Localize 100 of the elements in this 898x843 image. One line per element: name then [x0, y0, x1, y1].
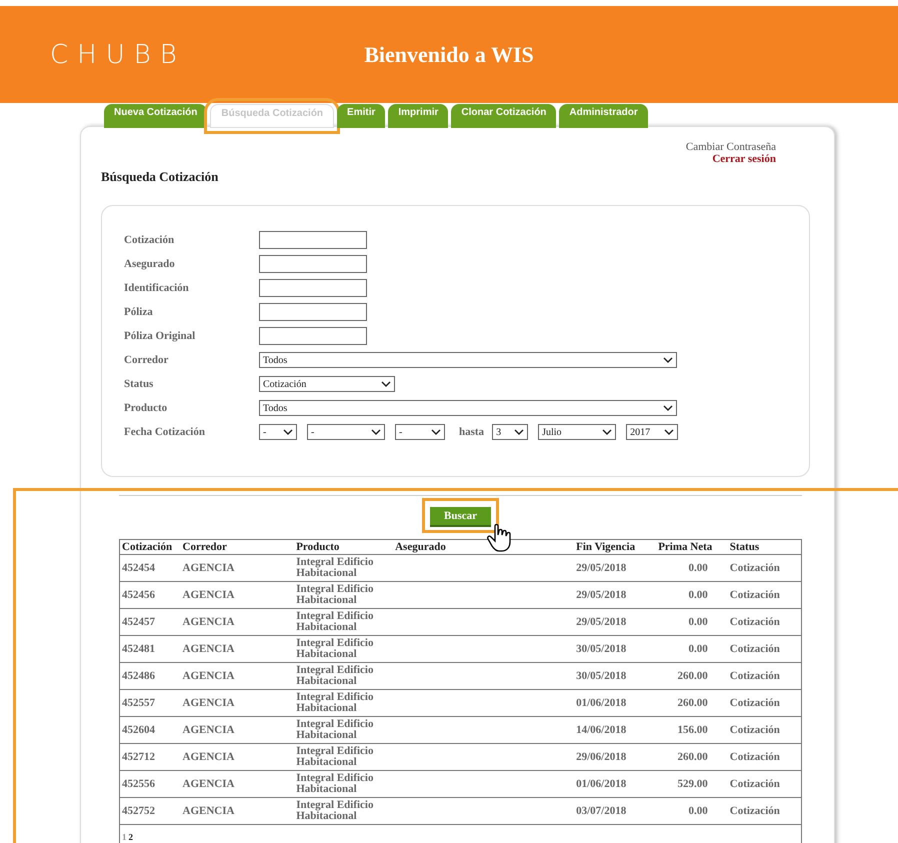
table-cell: 452457 — [120, 608, 181, 636]
table-cell: 260.00 — [656, 690, 728, 716]
table-cell: 452454 — [120, 554, 181, 582]
caret-icon — [514, 428, 524, 436]
dropdown[interactable]: Julio — [538, 424, 616, 440]
table-cell: AGENCIA — [180, 608, 294, 636]
caret-icon — [663, 356, 673, 364]
field-label: Póliza Original — [124, 330, 196, 342]
column-header: Fin Vigencia — [574, 540, 656, 554]
table-cell: Integral Edificio Habitacional — [294, 582, 394, 608]
dropdown[interactable]: - — [307, 424, 385, 440]
field-label: Cotización — [124, 234, 176, 246]
table-cell: Integral Edificio Habitacional — [294, 690, 394, 716]
table-cell: Integral Edificio Habitacional — [294, 636, 394, 662]
table-cell: 452456 — [120, 582, 181, 608]
section-title: Búsqueda Cotización — [101, 169, 220, 185]
table-cell: 452557 — [120, 690, 181, 716]
account-link[interactable]: Cambiar Contraseña — [686, 141, 776, 153]
dropdown[interactable]: Todos — [259, 352, 677, 368]
table-cell: Cotización — [728, 636, 802, 662]
table-cell: Cotización — [728, 690, 802, 716]
caret-icon — [663, 404, 673, 412]
caret-icon — [381, 380, 391, 388]
table-cell: 29/05/2018 — [574, 554, 656, 582]
table-cell: Integral Edificio Habitacional — [294, 744, 394, 770]
table-cell: 452556 — [120, 770, 181, 798]
table-cell: 452486 — [120, 662, 181, 690]
table-cell: 0.00 — [656, 582, 728, 608]
table-cell: AGENCIA — [180, 770, 294, 798]
caret-icon — [283, 428, 293, 436]
column-header: Status — [728, 540, 802, 554]
table-cell: 452481 — [120, 636, 181, 662]
dropdown[interactable]: - — [259, 424, 297, 440]
text-input-field[interactable] — [259, 255, 367, 273]
table-cell: 30/05/2018 — [574, 662, 656, 690]
table-cell: AGENCIA — [180, 716, 294, 744]
table-cell: 156.00 — [656, 716, 728, 744]
hand-cursor-icon — [487, 524, 513, 552]
text-input-field[interactable] — [259, 303, 367, 321]
range-separator: hasta — [459, 426, 484, 438]
table-cell: AGENCIA — [180, 554, 294, 582]
table-cell: 29/05/2018 — [574, 582, 656, 608]
column-header: Asegurado — [393, 540, 574, 554]
table-cell: AGENCIA — [180, 662, 294, 690]
table-cell: Cotización — [728, 770, 802, 798]
table-cell: 29/05/2018 — [574, 608, 656, 636]
dropdown[interactable]: - — [395, 424, 445, 440]
table-cell: Cotización — [728, 554, 802, 582]
table-cell: Cotización — [728, 582, 802, 608]
column-header: Corredor — [180, 540, 294, 554]
logo: CHUBB — [50, 40, 186, 70]
column-header: Cotización — [120, 540, 181, 554]
caret-icon — [431, 428, 441, 436]
table-cell: AGENCIA — [180, 690, 294, 716]
column-header: Producto — [294, 540, 394, 554]
dropdown[interactable]: Cotización — [259, 376, 395, 392]
table-cell: AGENCIA — [180, 744, 294, 770]
table-cell: 529.00 — [656, 770, 728, 798]
table-cell: AGENCIA — [180, 636, 294, 662]
caret-icon — [664, 428, 674, 436]
page-heading: Bienvenido a WIS — [364, 42, 534, 66]
table-cell: Integral Edificio Habitacional — [294, 554, 394, 582]
table-cell: 452752 — [120, 798, 181, 824]
table-cell: 260.00 — [656, 744, 728, 770]
dropdown[interactable]: 2017 — [626, 424, 678, 440]
field-label: Fecha Cotización — [124, 426, 206, 438]
table-cell: 01/06/2018 — [574, 690, 656, 716]
field-label: Producto — [124, 402, 168, 414]
table-cell: Cotización — [728, 716, 802, 744]
table-cell: 260.00 — [656, 662, 728, 690]
table-cell: Integral Edificio Habitacional — [294, 608, 394, 636]
text-input-field[interactable] — [259, 327, 367, 345]
field-label: Asegurado — [124, 258, 176, 270]
table-cell: 14/06/2018 — [574, 716, 656, 744]
dropdown[interactable]: 3 — [492, 424, 528, 440]
dropdown[interactable]: Todos — [259, 400, 677, 416]
table-cell: AGENCIA — [180, 798, 294, 824]
table-cell: 30/05/2018 — [574, 636, 656, 662]
table-cell: 452604 — [120, 716, 181, 744]
table-cell: Integral Edificio Habitacional — [294, 662, 394, 690]
field-label: Póliza — [124, 306, 154, 318]
table-cell: 03/07/2018 — [574, 798, 656, 824]
table-cell: Cotización — [728, 662, 802, 690]
field-label: Status — [124, 378, 154, 390]
table-cell: 0.00 — [656, 798, 728, 824]
table-cell: 0.00 — [656, 636, 728, 662]
table-cell: 0.00 — [656, 608, 728, 636]
table-cell: AGENCIA — [180, 582, 294, 608]
account-link[interactable]: Cerrar sesión — [712, 153, 776, 165]
page-link[interactable]: 2 — [128, 832, 133, 842]
caret-icon — [602, 428, 612, 436]
column-header: Prima Neta — [656, 540, 728, 554]
text-input-field[interactable] — [259, 279, 367, 297]
table-cell: Cotización — [728, 744, 802, 770]
text-input-field[interactable] — [259, 231, 367, 249]
table-cell: Integral Edificio Habitacional — [294, 716, 394, 744]
table-cell: Integral Edificio Habitacional — [294, 798, 394, 824]
table-cell: Cotización — [728, 608, 802, 636]
table-cell: Integral Edificio Habitacional — [294, 770, 394, 798]
table-cell: 29/06/2018 — [574, 744, 656, 770]
